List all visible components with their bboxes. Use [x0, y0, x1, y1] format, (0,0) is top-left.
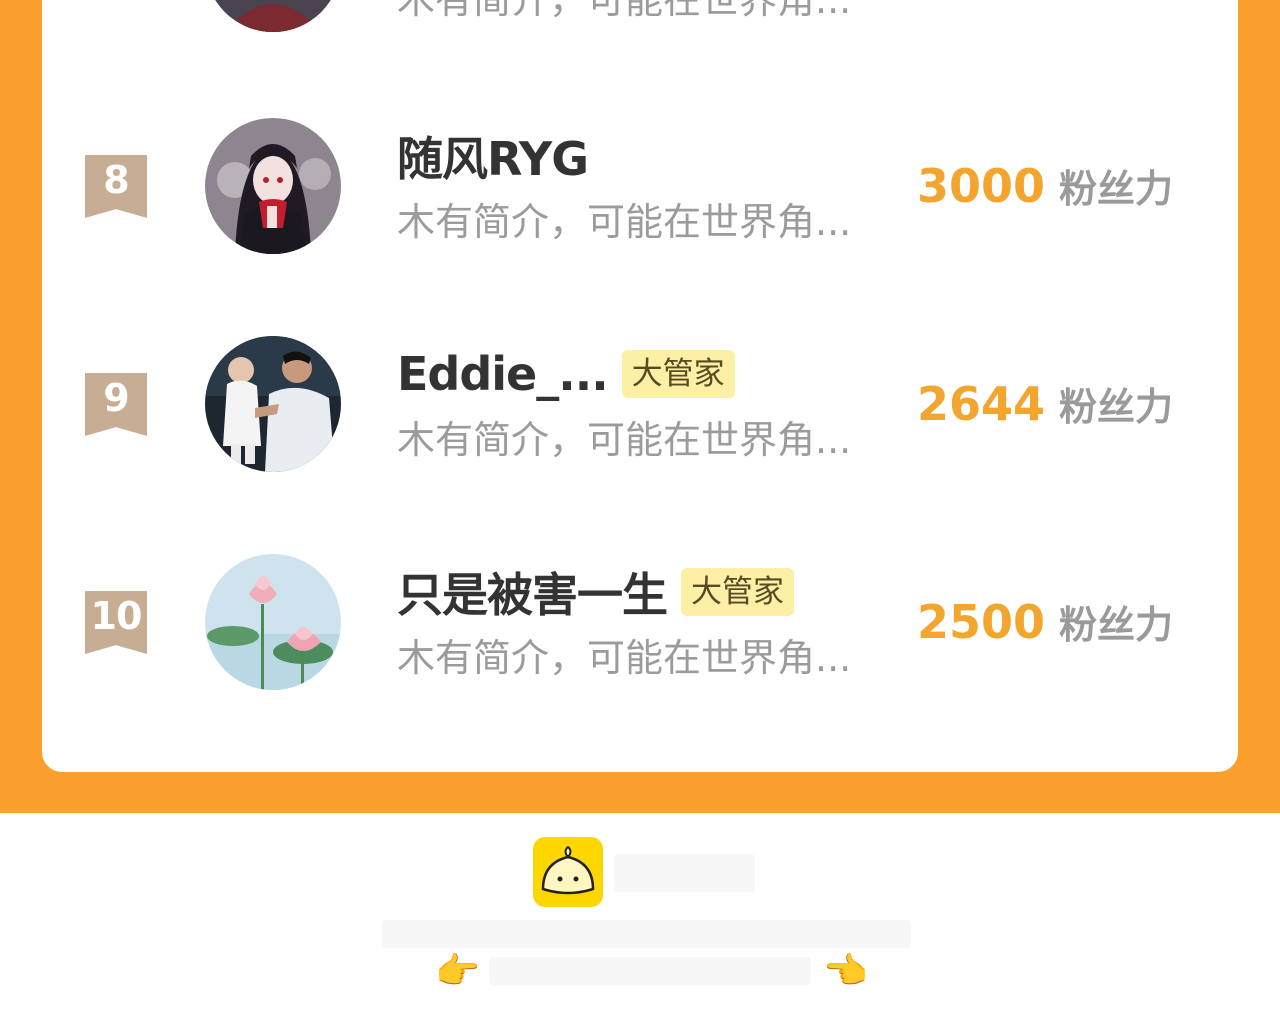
score-value: 2500 [917, 595, 1046, 649]
fan-power-score: 2500 粉丝力 [917, 594, 1173, 649]
anime-girl-avatar[interactable] [205, 118, 341, 254]
fan-power-score: 2644 粉丝力 [917, 376, 1173, 431]
slogan-placeholder [382, 920, 911, 948]
rank-badge: 8 [85, 155, 147, 218]
user-bio: 木有简介，可能在世界角... [397, 200, 852, 244]
cta-placeholder[interactable] [489, 957, 811, 985]
name-line: Eddie_... 大管家 [397, 344, 735, 404]
user-name[interactable]: 随风RYG [397, 123, 589, 189]
user-bio: 木有简介，可能在世界角... [397, 418, 852, 462]
pointing-right-icon: 👉 [435, 951, 480, 992]
brand-name-placeholder [614, 854, 755, 892]
score-unit: 粉丝力 [1059, 385, 1174, 429]
score-value: 2644 [917, 377, 1046, 431]
name-line: 随风RYG [397, 123, 589, 189]
bun-mascot-logo[interactable] [533, 837, 603, 907]
list-item[interactable]: 8 随风RYG 木有简介，可能在世界角... 3000 粉丝力 [42, 118, 1238, 258]
butler-tag: 大管家 [681, 568, 794, 616]
user-bio: 木有简介，可能在世界角... [397, 636, 852, 680]
rank-badge: 9 [85, 373, 147, 436]
score-value: 3000 [917, 159, 1046, 213]
leaderboard-card: 木有简介，可能在世界角... 8 随风RYG 木有简介，可能在世界角... 30… [42, 0, 1238, 772]
butler-tag: 大管家 [621, 350, 735, 398]
score-unit: 粉丝力 [1059, 167, 1174, 211]
user-bio: 木有简介，可能在世界角... [397, 0, 852, 22]
list-item[interactable]: 9 Eddie_... 大管家 木有简介，可能在世界角... 2644 粉丝力 [42, 336, 1238, 476]
score-unit: 粉丝力 [1059, 603, 1174, 647]
user-name[interactable]: 只是被害一生 [397, 559, 668, 625]
list-item[interactable]: 10 只是被害一生 大管家 木有简介，可能在世界角... 2500 粉丝力 [42, 554, 1238, 694]
user-name[interactable]: Eddie_... [397, 347, 609, 401]
avatar[interactable] [205, 0, 341, 32]
father-baby-photo-avatar[interactable] [205, 336, 341, 472]
name-line: 只是被害一生 大管家 [397, 562, 794, 622]
lotus-flower-avatar[interactable] [205, 554, 341, 690]
pointing-left-icon: 👈 [823, 951, 868, 992]
list-item-partial[interactable]: 木有简介，可能在世界角... [42, 0, 1238, 36]
fan-power-score: 3000 粉丝力 [917, 158, 1173, 213]
rank-badge: 10 [85, 591, 147, 654]
